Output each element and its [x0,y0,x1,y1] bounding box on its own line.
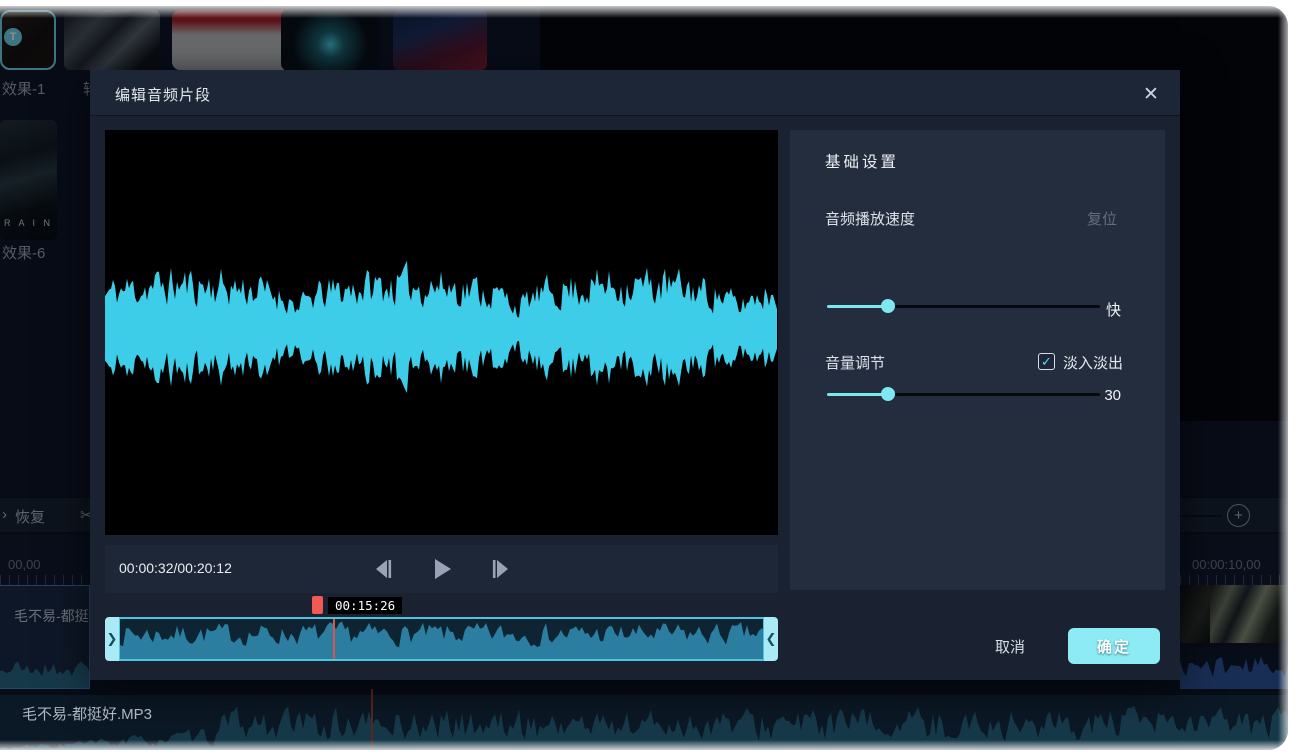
previous-frame-button[interactable] [372,557,396,581]
trim-handle-left[interactable]: ❯ [105,617,119,661]
close-icon[interactable]: ✕ [1138,81,1164,107]
playback-bar: 00:00:32/00:20:12 [105,545,778,593]
speed-slider-thumb[interactable] [881,299,895,313]
audio-preview-area [105,130,778,535]
volume-slider-thumb[interactable] [881,387,895,401]
volume-label: 音量调节 [825,352,885,373]
next-frame-button[interactable] [488,557,512,581]
edit-audio-clip-dialog: 编辑音频片段 ✕ 00:00:32/00:20:12 [90,70,1180,680]
video-editor-app: T 效果-1 转 R A I N 效果-6 › 恢复 ✂ + 00,00 00:… [0,6,1288,750]
dialog-title: 编辑音频片段 [115,84,211,105]
next-frame-icon [490,559,510,579]
scrubber-playhead-time: 00:15:26 [328,597,402,614]
settings-header: 基础设置 [825,150,899,172]
cancel-button[interactable]: 取消 [978,628,1042,664]
confirm-button[interactable]: 确定 [1068,628,1160,664]
playback-controls [105,545,778,593]
screen: T 效果-1 转 R A I N 效果-6 › 恢复 ✂ + 00,00 00:… [0,0,1300,756]
trim-handle-right[interactable]: ❮ [764,617,778,661]
volume-value: 30 [1104,387,1121,404]
preview-waveform [105,130,778,535]
speed-slider[interactable] [827,299,1100,313]
play-icon [431,558,453,580]
speed-side-label: 快 [1106,299,1121,320]
dialog-header: 编辑音频片段 ✕ [90,70,1180,116]
fade-checkbox-label[interactable]: 淡入淡出 [1063,352,1123,373]
volume-slider[interactable] [827,387,1100,401]
trim-scrubber: ❯ ❮ [105,617,778,661]
previous-frame-icon [374,559,394,579]
speed-slider-fill [827,305,888,308]
scrubber-playhead-line[interactable] [333,619,335,661]
speed-label: 音频播放速度 [825,208,915,229]
basic-settings-panel: 基础设置 音频播放速度 复位 快 音量调节 ✓ 淡入淡出 30 [790,130,1165,590]
scrubber-body[interactable] [118,617,765,661]
fade-checkbox[interactable]: ✓ [1038,353,1055,370]
volume-slider-fill [827,393,888,396]
play-button[interactable] [430,557,454,581]
reset-button[interactable]: 复位 [1087,208,1117,229]
scrubber-waveform [120,619,763,659]
scrubber-playhead-flag[interactable] [312,596,323,614]
audio-track-label: 毛不易-都挺好.MP3 [22,703,152,724]
